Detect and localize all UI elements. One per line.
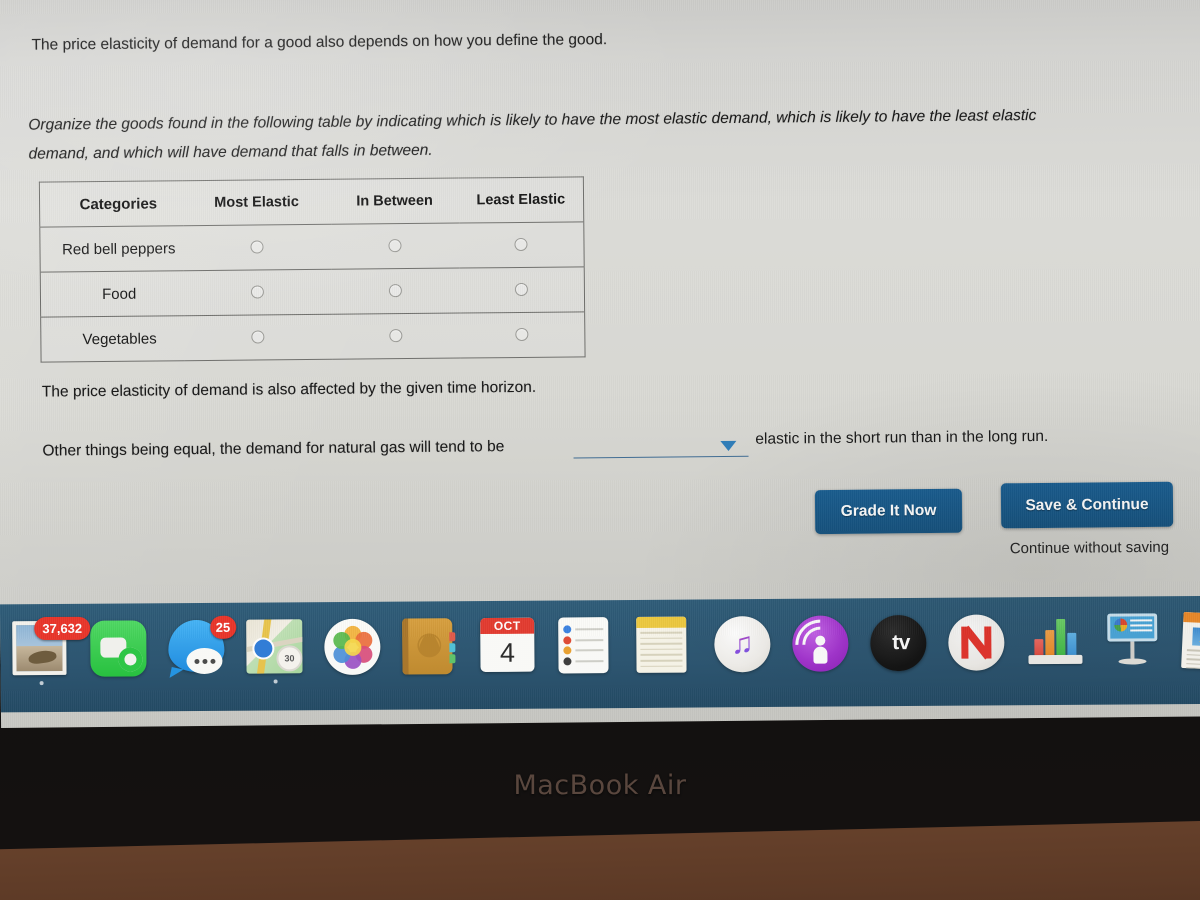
messages-badge: 25	[209, 615, 237, 639]
calendar-icon: OCT 4	[480, 617, 535, 673]
calendar-month: OCT	[480, 617, 535, 635]
gas-sentence-lead: Other things being equal, the demand for…	[42, 438, 505, 460]
elasticity-table: Categories Most Elastic In Between Least…	[38, 176, 586, 363]
itunes-icon	[714, 616, 771, 673]
dock-item-news[interactable]	[938, 606, 1017, 681]
chevron-down-icon	[720, 440, 737, 452]
appletv-label: tv	[886, 631, 910, 655]
podcasts-icon	[785, 609, 856, 681]
table-row: Red bell peppers	[39, 221, 585, 273]
column-header-least-elastic: Least Elastic	[458, 176, 584, 224]
news-icon	[948, 614, 1005, 671]
laptop-photo: MacBook Air The price elasticity of dema…	[0, 0, 1200, 900]
facetime-icon	[90, 620, 147, 677]
dock-item-numbers[interactable]	[1016, 606, 1095, 681]
dock-item-calendar[interactable]: OCT 4	[470, 610, 549, 685]
radio-cell-red-bell-peppers-in-between[interactable]	[330, 223, 460, 270]
radio-cell-red-bell-peppers-most-elastic[interactable]	[182, 224, 332, 271]
dock-item-reminders[interactable]	[548, 609, 627, 684]
question-stem-1: The price elasticity of demand for a goo…	[31, 31, 608, 54]
question-prompt-line-2: demand, and which will have demand that …	[28, 141, 433, 163]
dock-item-list: 37,632 25 30 OCT 4 ♫ tv	[2, 605, 1200, 688]
column-header-in-between: In Between	[330, 178, 459, 225]
dock-item-pages[interactable]	[1172, 605, 1200, 680]
dock-item-mail[interactable]: 37,632	[2, 613, 91, 688]
notes-icon	[636, 616, 687, 673]
appletv-icon: tv	[870, 614, 927, 672]
gas-sentence-tail: elastic in the short run than in the lon…	[755, 427, 1049, 448]
keynote-icon	[1104, 613, 1160, 665]
contacts-tabs	[449, 632, 456, 665]
laptop-screen: The price elasticity of demand for a goo…	[0, 0, 1200, 728]
dock-item-messages[interactable]: 25	[158, 612, 237, 687]
grade-it-now-button[interactable]: Grade It Now	[814, 488, 963, 535]
radio-button[interactable]	[514, 238, 528, 252]
dock-item-maps[interactable]: 30	[236, 611, 315, 686]
dock-item-photos[interactable]	[314, 611, 393, 686]
continue-without-saving-link[interactable]: Continue without saving	[1001, 539, 1177, 558]
maps-pin-icon	[254, 639, 273, 658]
running-indicator-dot	[39, 681, 44, 686]
macos-dock: 37,632 25 30 OCT 4 ♫ tv	[0, 595, 1200, 713]
radio-cell-food-least-elastic[interactable]	[459, 266, 585, 314]
dock-item-apple-tv[interactable]: tv	[860, 607, 939, 682]
elasticity-dropdown[interactable]	[573, 432, 749, 459]
radio-button[interactable]	[515, 328, 529, 342]
radio-cell-red-bell-peppers-least-elastic[interactable]	[458, 221, 585, 269]
radio-button[interactable]	[515, 283, 529, 297]
radio-button[interactable]	[250, 285, 264, 299]
question-stem-2: The price elasticity of demand is also a…	[41, 378, 537, 401]
radio-cell-vegetables-in-between[interactable]	[332, 313, 460, 359]
dock-item-contacts[interactable]	[392, 610, 471, 685]
table-row: Vegetables	[41, 312, 585, 362]
radio-button[interactable]	[389, 329, 403, 343]
pages-icon	[1181, 611, 1200, 671]
running-indicator-dot	[273, 679, 278, 684]
row-label-red-bell-peppers: Red bell peppers	[39, 225, 184, 273]
calendar-day: 4	[499, 637, 516, 668]
radio-cell-food-in-between[interactable]	[331, 268, 460, 315]
photos-icon	[324, 618, 381, 676]
radio-cell-food-most-elastic[interactable]	[183, 269, 332, 316]
quiz-page: The price elasticity of demand for a goo…	[0, 0, 1200, 606]
column-header-most-elastic: Most Elastic	[182, 179, 331, 226]
row-label-food: Food	[40, 270, 184, 318]
radio-button[interactable]	[251, 330, 265, 344]
reminders-icon	[558, 617, 609, 674]
radio-cell-vegetables-least-elastic[interactable]	[460, 312, 585, 358]
dock-item-keynote[interactable]	[1094, 605, 1173, 680]
table-header-row: Categories Most Elastic In Between Least…	[39, 176, 584, 228]
macbook-model-label: MacBook Air	[513, 770, 687, 801]
radio-cell-vegetables-most-elastic[interactable]	[184, 314, 332, 360]
save-and-continue-button[interactable]: Save & Continue	[1000, 481, 1174, 529]
radio-button[interactable]	[388, 239, 402, 253]
messages-dots	[186, 647, 223, 675]
mail-badge: 37,632	[34, 616, 91, 641]
contacts-icon	[402, 618, 456, 675]
question-prompt-line-1: Organize the goods found in the followin…	[28, 107, 1037, 134]
dock-item-facetime[interactable]	[80, 612, 159, 687]
maps-icon: 30	[246, 619, 303, 674]
radio-button[interactable]	[388, 284, 402, 298]
column-header-categories: Categories	[39, 180, 183, 228]
row-label-vegetables: Vegetables	[82, 329, 157, 348]
radio-button[interactable]	[250, 240, 264, 254]
dock-item-itunes[interactable]	[704, 608, 783, 683]
maps-compass-icon: 30	[276, 645, 303, 672]
dock-item-notes[interactable]	[626, 608, 705, 683]
numbers-icon	[1026, 614, 1084, 666]
dock-item-podcasts[interactable]	[782, 607, 861, 682]
table-row: Food	[40, 266, 585, 318]
